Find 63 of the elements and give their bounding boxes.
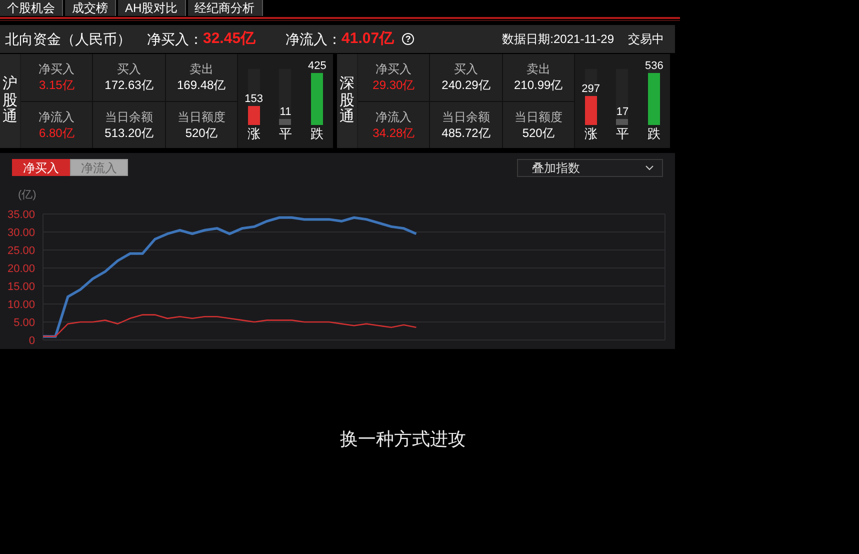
stat-value: 240.29亿 — [442, 77, 490, 94]
stat-value: 6.80亿 — [38, 124, 74, 141]
breadth-label: 涨 — [247, 125, 260, 142]
stat-label: 卖出 — [189, 61, 214, 78]
toggle-tab[interactable]: 净买入 — [12, 159, 70, 176]
stat-label: 净买入 — [376, 61, 412, 78]
stat-value: 513.20亿 — [104, 124, 154, 141]
tick-label: 30.00 — [7, 227, 35, 239]
stat-label: 净买入 — [38, 61, 75, 78]
message-text: 换一种方式进攻 — [340, 428, 466, 451]
tick-label: 15.00 — [7, 281, 35, 293]
stat-label: 净流入 — [376, 108, 412, 125]
tick-label: 20.00 — [7, 263, 35, 275]
breadth-label: 跌 — [310, 125, 324, 142]
stat-value: 172.63亿 — [104, 77, 154, 94]
axis-unit: (亿) — [18, 189, 36, 201]
count-label: 17 — [616, 104, 629, 119]
breadth-label: 平 — [616, 125, 629, 142]
net-buy-label: 净买入： — [147, 30, 203, 48]
overlay-select[interactable]: 叠加指数 — [517, 159, 663, 177]
chevron-down-icon — [645, 165, 654, 171]
stat-label: 当日余额 — [104, 108, 153, 125]
net-inflow-value: 41.07亿 — [342, 28, 394, 49]
stat-label: 净流入 — [38, 108, 75, 125]
stat-value: 29.30亿 — [372, 77, 415, 94]
breadth-label: 跌 — [648, 125, 661, 142]
market-name: 深股通 — [337, 54, 357, 148]
summary-title: 北向资金（人民币） — [5, 30, 131, 48]
count-label: 153 — [244, 92, 263, 106]
stat-value: 485.72亿 — [442, 124, 490, 141]
stat-value: 169.48亿 — [176, 77, 226, 94]
stat-value: 520亿 — [185, 124, 218, 141]
net-inflow-label: 净流入： — [286, 30, 342, 48]
tick-label: 10.00 — [7, 299, 35, 311]
count-label: 297 — [582, 82, 600, 96]
nav-tab[interactable]: 经纪商分析 — [188, 0, 263, 16]
stat-label: 当日额度 — [514, 108, 562, 125]
nav-tab[interactable]: 成交榜 — [65, 0, 116, 16]
count-label: 425 — [308, 58, 326, 73]
stat-value: 210.99亿 — [514, 77, 563, 94]
count-label: 11 — [280, 104, 292, 119]
net-buy-value: 32.45亿 — [203, 28, 256, 49]
tick-label: 0 — [28, 335, 35, 347]
stat-label: 买入 — [454, 61, 478, 78]
data-date: 数据日期:2021-11-29 — [502, 31, 614, 48]
nav-tab[interactable]: 个股机会 — [0, 0, 63, 16]
help-icon[interactable]: ? — [402, 33, 414, 45]
stat-label: 当日余额 — [442, 108, 490, 125]
breadth-label: 涨 — [584, 125, 598, 142]
stat-value: 34.28亿 — [372, 124, 415, 141]
market-name: 沪股通 — [0, 54, 20, 148]
stat-label: 当日额度 — [177, 108, 226, 125]
count-label: 536 — [644, 58, 664, 73]
tick-label: 5.00 — [14, 317, 35, 329]
tick-label: 35.00 — [7, 209, 35, 221]
stat-value: 3.15亿 — [38, 77, 74, 94]
stat-label: 买入 — [116, 61, 141, 78]
trading-status: 交易中 — [628, 31, 664, 48]
breadth-label: 平 — [278, 125, 292, 142]
stat-value: 520亿 — [522, 124, 554, 141]
tick-label: 25.00 — [7, 245, 35, 257]
stat-label: 卖出 — [526, 61, 550, 78]
nav-tab[interactable]: AH股对比 — [118, 0, 186, 16]
